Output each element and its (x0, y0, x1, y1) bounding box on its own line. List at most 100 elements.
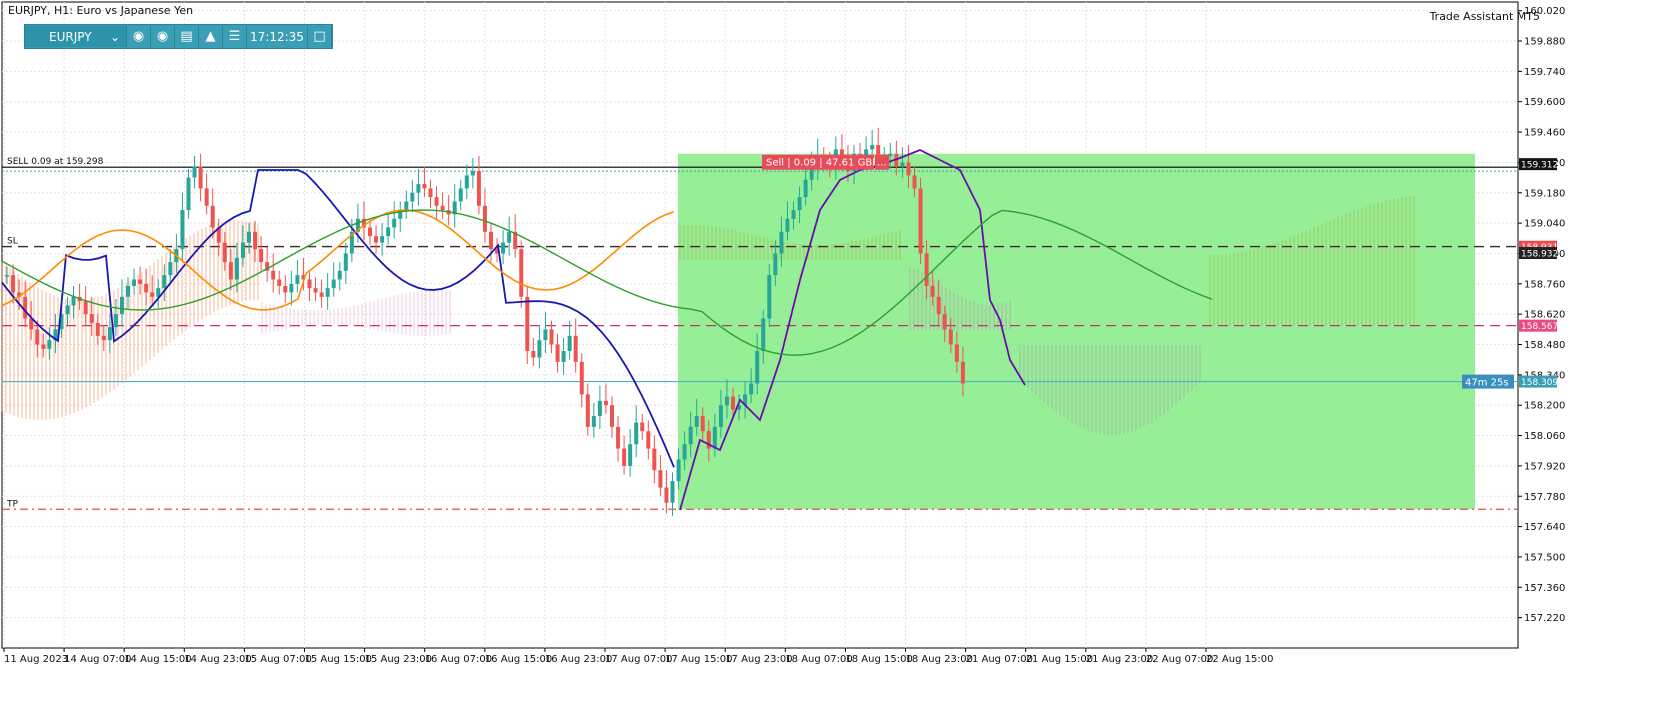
candle-body (464, 175, 469, 189)
candle-body (253, 231, 258, 250)
x-tick-label: 17 Aug 23:00 (725, 654, 792, 665)
candle-body (126, 285, 130, 297)
candle-body (428, 188, 433, 198)
sell-label-text: Sell | 0.09 | 47.61 GBP (766, 158, 878, 169)
candle-body (682, 444, 687, 460)
candle-body (519, 249, 524, 297)
eye-icon[interactable]: ◉ (151, 26, 175, 47)
y-tick-label: 159.740 (1524, 67, 1565, 78)
y-tick-label: 159.460 (1524, 128, 1565, 139)
candle-body (404, 201, 409, 211)
y-tick-label: 157.920 (1524, 461, 1565, 472)
candle-body (95, 322, 100, 336)
candle-body (870, 145, 875, 150)
price-level-label: SL (7, 237, 18, 247)
candle-body (271, 270, 276, 280)
candle-body (507, 231, 512, 243)
x-tick-label: 16 Aug 15:00 (485, 654, 552, 665)
candle-body (761, 318, 766, 352)
trading-toolbar: EURJPY ⌄ ◉ ◉ ▤ ▲ ☰ 17:12:35 □ (24, 24, 333, 49)
x-tick-label: 16 Aug 23:00 (545, 654, 612, 665)
x-tick-label: 14 Aug 23:00 (184, 654, 251, 665)
candle-body (107, 327, 112, 341)
candle-body (192, 166, 197, 178)
trade-assistant-label[interactable]: Trade Assistant MT5 (1430, 10, 1540, 23)
y-tick-label: 158.620 (1524, 310, 1565, 321)
camera-icon[interactable]: ◉ (127, 26, 151, 47)
candle-body (150, 292, 155, 297)
candle-body (89, 314, 94, 323)
candle-body (476, 171, 481, 206)
y-tick-label: 157.220 (1524, 613, 1565, 624)
symbol-selector[interactable]: EURJPY ⌄ (25, 26, 127, 47)
x-tick-label: 18 Aug 15:00 (845, 654, 912, 665)
candle-body (628, 444, 633, 466)
candle-body (101, 335, 106, 341)
alarm-icon[interactable]: ▲ (199, 26, 223, 47)
candle-body (900, 162, 905, 167)
candle-body (585, 394, 590, 427)
symbol-label: EURJPY (49, 29, 92, 44)
candle-body (767, 275, 772, 319)
candle-body (930, 285, 935, 297)
candle-body (755, 351, 760, 384)
y-tick-label: 157.500 (1524, 552, 1565, 563)
y-tick-label: 159.180 (1524, 188, 1565, 199)
candle-body (676, 459, 681, 482)
candle-body (803, 179, 808, 198)
candle-body (247, 231, 251, 243)
candle-body (603, 400, 608, 406)
x-tick-label: 18 Aug 23:00 (906, 654, 973, 665)
candle-body (458, 188, 463, 202)
candle-body (670, 481, 675, 503)
candle-body (579, 361, 584, 395)
candle-body (591, 416, 596, 427)
candle-body (652, 448, 657, 471)
candle-body (543, 329, 548, 341)
candle-body (779, 231, 784, 254)
y-tick-label: 159.600 (1524, 97, 1565, 108)
candle-body (906, 162, 911, 176)
y-tick-label: 157.640 (1524, 522, 1565, 533)
candle-body (307, 279, 312, 289)
x-tick-label: 16 Aug 07:00 (425, 654, 492, 665)
candle-body (204, 188, 209, 206)
candle-body (313, 288, 318, 293)
candle-body (331, 279, 336, 289)
candle-body (489, 231, 493, 250)
candle-body (622, 448, 627, 466)
candle-body (555, 344, 560, 362)
candle-body (144, 283, 149, 293)
y-tick-label: 158.760 (1524, 279, 1565, 290)
x-tick-label: 21 Aug 23:00 (1086, 654, 1153, 665)
sell-label-close: ... (877, 158, 887, 169)
candle-body (549, 329, 554, 345)
candle-body (343, 253, 348, 271)
x-tick-label: 18 Aug 07:00 (785, 654, 852, 665)
x-tick-label: 21 Aug 15:00 (1026, 654, 1093, 665)
candle-body (912, 175, 917, 189)
x-tick-label: 17 Aug 07:00 (605, 654, 672, 665)
candle-body (289, 283, 294, 293)
calendar-icon[interactable]: ▤ (175, 26, 199, 47)
candle-body (180, 210, 185, 250)
candle-body (567, 335, 572, 352)
candle-body (646, 431, 651, 449)
candle-body (718, 405, 723, 427)
candle-body (259, 249, 264, 263)
candle-body (501, 242, 506, 254)
x-tick-label: 15 Aug 07:00 (244, 654, 311, 665)
candle-body (162, 275, 167, 289)
candle-body (337, 270, 342, 280)
chart-area[interactable]: 160.020159.880159.740159.600159.460159.3… (0, 0, 1670, 714)
y-tick-label: 158.060 (1524, 431, 1565, 442)
y-tick-label: 157.780 (1524, 492, 1565, 503)
window-icon[interactable]: □ (308, 26, 332, 47)
menu-icon[interactable]: ☰ (223, 26, 247, 47)
candle-body (573, 335, 578, 362)
candle-body (694, 416, 699, 427)
candle-body (210, 205, 215, 228)
x-tick-label: 15 Aug 15:00 (305, 654, 372, 665)
y-tick-label: 157.360 (1524, 583, 1565, 594)
candle-body (416, 184, 421, 193)
